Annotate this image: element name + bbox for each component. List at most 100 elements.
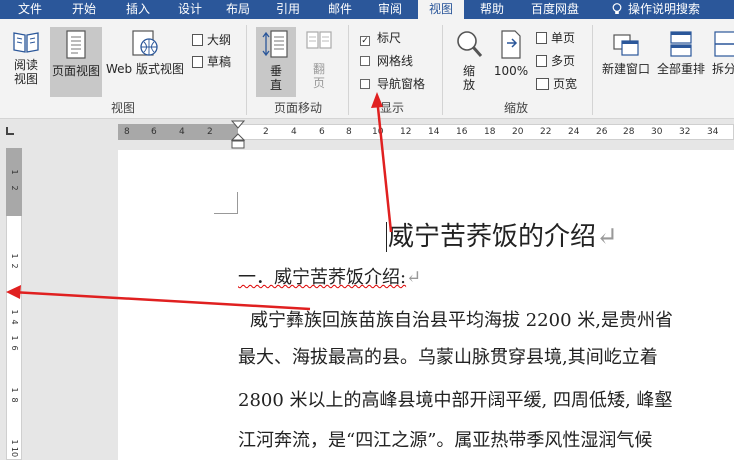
- text-cursor: [386, 222, 387, 252]
- page-width-button[interactable]: 页宽: [536, 77, 577, 91]
- tab-references[interactable]: 引用: [266, 0, 310, 19]
- outline-icon: [192, 34, 203, 46]
- draft-icon: [192, 56, 203, 68]
- new-window-label: 新建窗口: [601, 62, 650, 76]
- split-icon: [714, 31, 734, 57]
- ruler-tick-label: 16: [456, 127, 468, 137]
- ruler-tick-label: 6: [151, 127, 157, 137]
- zoom-button[interactable]: 缩 放: [450, 29, 488, 92]
- ruler-tick-label: 2: [207, 127, 213, 137]
- ruler-tick-label: 10: [10, 446, 19, 458]
- document-heading[interactable]: 一．威宁苦荞饭介绍:↵: [238, 265, 421, 291]
- zoom-group-label: 缩放: [503, 101, 528, 115]
- indent-marker-icon[interactable]: [231, 120, 245, 150]
- page-width-label: 页宽: [553, 77, 578, 91]
- tab-view[interactable]: 视图: [418, 0, 464, 19]
- group-separator: [246, 25, 247, 115]
- ruler-tick-label: 8: [10, 397, 19, 403]
- ribbon-panel: 阅读 视图 页面视图 Web 版式视图 大纲 草稿 视图 垂 直 翻 页 页面移…: [0, 19, 734, 119]
- side-to-side-label: 翻 页: [312, 62, 325, 90]
- outline-button[interactable]: 大纲: [192, 33, 231, 47]
- tell-me-search[interactable]: 操作说明搜索: [628, 0, 724, 19]
- ruler-label: 标尺: [377, 31, 402, 45]
- nav-pane-checkbox[interactable]: 导航窗格: [360, 77, 425, 91]
- multi-page-icon: [536, 55, 547, 67]
- page-width-icon: [536, 78, 549, 90]
- paragraph-mark-icon: ↵: [406, 267, 422, 288]
- page-movement-group-label: 页面移动: [273, 101, 322, 115]
- web-page-icon: [132, 30, 158, 56]
- vertical-button[interactable]: 垂 直: [256, 27, 296, 97]
- ruler-tick-label: 6: [319, 127, 325, 137]
- one-page-label: 单页: [551, 31, 576, 45]
- group-separator: [442, 25, 443, 115]
- horizontal-ruler-margin: [118, 124, 238, 140]
- split-label: 拆分: [712, 62, 734, 76]
- ruler-tick-label: 22: [540, 127, 552, 137]
- ruler-tick-label: 2: [10, 263, 19, 269]
- ruler-tick-label: 32: [679, 127, 691, 137]
- tab-review[interactable]: 审阅: [368, 0, 412, 19]
- draft-button[interactable]: 草稿: [192, 55, 231, 69]
- new-window-icon: [613, 34, 639, 56]
- print-layout-button[interactable]: 页面视图: [50, 27, 102, 97]
- gridlines-checkbox[interactable]: 网格线: [360, 54, 413, 68]
- arrange-all-icon: [670, 31, 692, 57]
- magnifier-icon: [457, 31, 483, 57]
- read-mode-label: 阅读 视图: [13, 58, 38, 86]
- one-page-icon: [536, 32, 547, 44]
- paragraph-line[interactable]: 威宁彝族回族苗族自治县平均海拔 2200 米,是贵州省: [250, 308, 673, 334]
- document-title[interactable]: 威宁苦荞饭的介绍↵: [388, 220, 618, 254]
- ruler-tick-label: 20: [512, 127, 524, 137]
- zoom-100-label: 100%: [493, 64, 529, 78]
- ruler-tick-label: 1: [10, 169, 19, 175]
- ruler-tick-label: 34: [707, 127, 719, 137]
- split-button[interactable]: 拆分: [712, 29, 734, 76]
- ruler-tick-label: 18: [484, 127, 496, 137]
- web-layout-label: Web 版式视图: [106, 62, 184, 76]
- arrange-all-label: 全部重排: [656, 62, 705, 76]
- arrange-all-button[interactable]: 全部重排: [654, 29, 708, 76]
- views-group-label: 视图: [110, 101, 135, 115]
- tab-mailings[interactable]: 邮件: [318, 0, 362, 19]
- new-window-button[interactable]: 新建窗口: [600, 29, 652, 76]
- group-separator: [348, 25, 349, 115]
- ribbon-tab-bar: 文件 开始 插入 设计 布局 引用 邮件 审阅 视图 帮助 百度网盘 操作说明搜…: [0, 0, 734, 19]
- ruler-tick-label: 14: [428, 127, 440, 137]
- print-layout-label: 页面视图: [51, 64, 100, 78]
- tab-baidu-netdisk[interactable]: 百度网盘: [522, 0, 588, 19]
- show-group-label: 显示: [379, 101, 404, 115]
- paragraph-line[interactable]: 2800 米以上的高峰县境中部开阔平缓, 四周低矮, 峰壑: [238, 388, 672, 414]
- multi-page-label: 多页: [551, 54, 576, 68]
- read-mode-button[interactable]: 阅读 视图: [6, 29, 46, 86]
- paragraph-line[interactable]: 最大、海拔最高的县。乌蒙山脉贯穿县境,其间屹立着: [238, 345, 658, 371]
- tab-layout[interactable]: 布局: [216, 0, 260, 19]
- one-page-button[interactable]: 单页: [536, 31, 575, 45]
- tab-design[interactable]: 设计: [168, 0, 212, 19]
- tab-help[interactable]: 帮助: [470, 0, 514, 19]
- zoom-label: 缩 放: [462, 64, 475, 92]
- multi-page-button[interactable]: 多页: [536, 54, 575, 68]
- tab-insert[interactable]: 插入: [116, 0, 160, 19]
- paragraph-line[interactable]: 江河奔流，是“四江之源”。属亚热带季风性湿润气候: [238, 428, 652, 454]
- ruler-tick-label: 2: [10, 185, 19, 191]
- ruler-tick-label: 24: [568, 127, 580, 137]
- draft-label: 草稿: [207, 55, 232, 69]
- web-layout-button[interactable]: Web 版式视图: [104, 29, 186, 76]
- ruler-tick-label: 30: [651, 127, 663, 137]
- tab-stop-selector-icon[interactable]: [6, 127, 14, 135]
- side-to-side-button[interactable]: 翻 页: [300, 29, 338, 90]
- vertical-label: 垂 直: [269, 64, 282, 92]
- nav-pane-check-icon: [360, 79, 370, 89]
- vertical-scroll-icon: [262, 30, 288, 58]
- zoom-100-button[interactable]: 100%: [492, 29, 530, 78]
- page-icon: [66, 30, 86, 59]
- outline-label: 大纲: [207, 33, 232, 47]
- tab-home[interactable]: 开始: [62, 0, 106, 19]
- tab-file[interactable]: 文件: [8, 0, 52, 19]
- document-title-text: 威宁苦荞饭的介绍: [388, 222, 597, 252]
- ruler-tick-label: 28: [623, 127, 635, 137]
- ruler-checkbox[interactable]: ✓ 标尺: [360, 31, 401, 46]
- margin-corner-mark: [214, 192, 238, 214]
- ruler-tick-label: 8: [346, 127, 352, 137]
